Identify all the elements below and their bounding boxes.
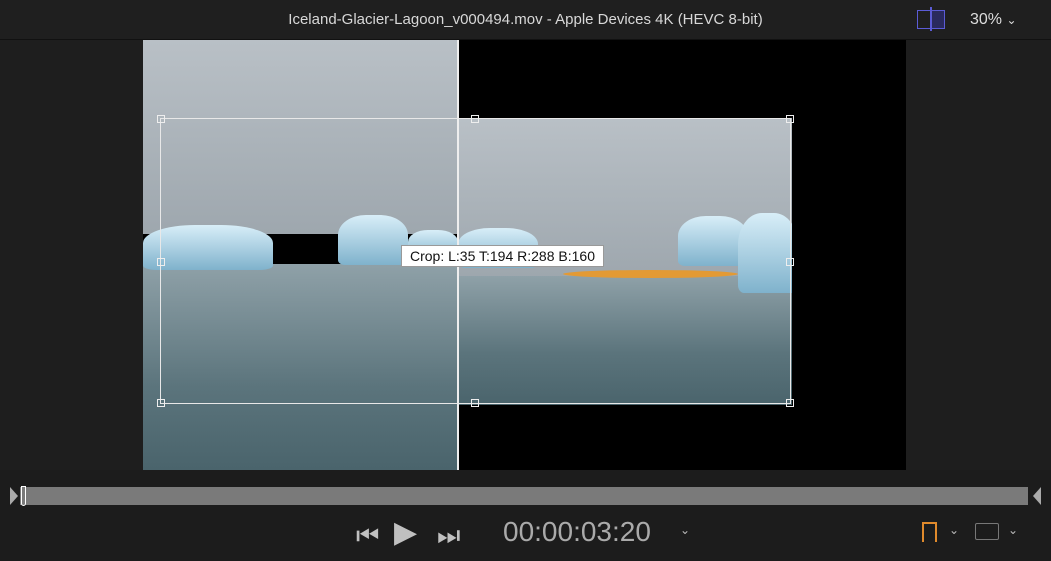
zoom-menu[interactable]: 30% ⌄ [970, 11, 1017, 29]
crop-handle[interactable] [471, 115, 479, 123]
viewer: Crop: L:35 T:194 R:288 B:160 [0, 40, 1051, 470]
chevron-down-icon: ⌄ [1006, 13, 1017, 27]
play-button[interactable]: ▶ [394, 515, 417, 550]
crop-handle[interactable] [786, 115, 794, 123]
captions-chevron-icon[interactable]: ⌄ [1008, 523, 1018, 537]
crop-handle[interactable] [786, 258, 794, 266]
playhead[interactable] [21, 486, 26, 506]
end-marker-icon[interactable] [1033, 487, 1041, 505]
title-bar: Iceland-Glacier-Lagoon_v000494.mov - App… [0, 0, 1051, 40]
start-marker-icon[interactable] [10, 487, 18, 505]
crop-handle[interactable] [157, 399, 165, 407]
crop-handle[interactable] [157, 115, 165, 123]
next-frame-button[interactable]: ⏭ [437, 520, 460, 552]
marker-chevron-icon[interactable]: ⌄ [949, 523, 959, 537]
crop-readout: Crop: L:35 T:194 R:288 B:160 [401, 245, 604, 267]
crop-handle[interactable] [157, 258, 165, 266]
captions-icon[interactable] [975, 523, 999, 540]
marker-bookmark-icon[interactable] [922, 522, 937, 542]
crop-handle[interactable] [786, 399, 794, 407]
crop-handle[interactable] [471, 399, 479, 407]
scrubber-bar[interactable] [20, 487, 1028, 505]
previous-frame-button[interactable]: ⏮ [356, 520, 379, 552]
window-title: Iceland-Glacier-Lagoon_v000494.mov - App… [288, 11, 763, 28]
timecode: 00:00:03:20 [503, 516, 651, 547]
timecode-chevron-icon[interactable]: ⌄ [680, 523, 690, 537]
split-view-icon[interactable] [917, 7, 945, 31]
zoom-value: 30% [970, 11, 1003, 28]
